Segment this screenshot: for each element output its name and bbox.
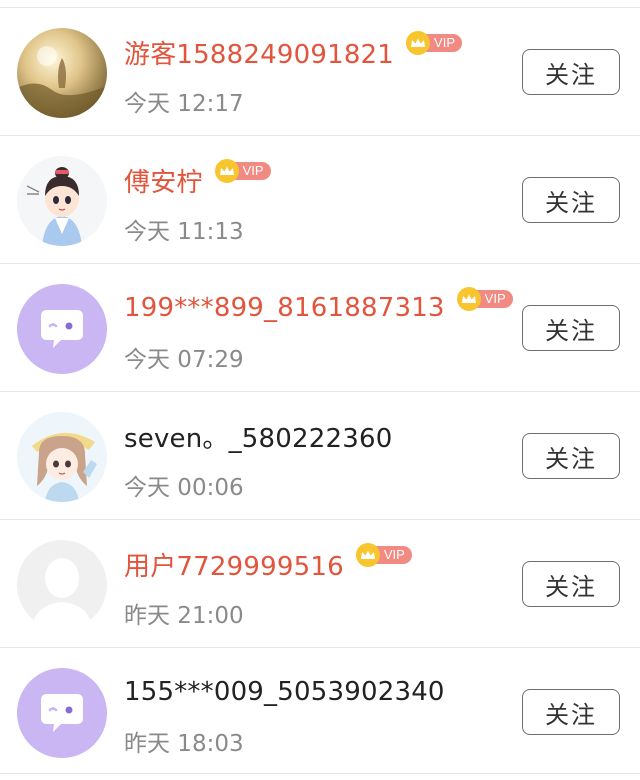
follow-button[interactable]: 关注 (522, 689, 620, 735)
follow-button[interactable]: 关注 (522, 561, 620, 607)
cartoon-boy-avatar-icon (17, 156, 107, 246)
timestamp: 昨天 21:00 (124, 603, 244, 629)
vip-badge: VIP (456, 287, 513, 311)
vip-badge: VIP (355, 543, 412, 567)
username[interactable]: 155***009_5053902340 (124, 677, 445, 707)
username[interactable]: 用户7729999516 (124, 546, 344, 583)
list-item[interactable]: 傅安柠 VIP 今天 11:13 关注 (0, 136, 640, 264)
follow-button[interactable]: 关注 (522, 177, 620, 223)
list-item[interactable]: 用户7729999516 VIP 昨天 21:00 关注 (0, 520, 640, 648)
timestamp: 今天 00:06 (124, 475, 244, 501)
list-item[interactable]: seven。_580222360 今天 00:06 关注 (0, 392, 640, 520)
crown-icon (355, 543, 380, 567)
list-item[interactable]: 155***009_5053902340 昨天 18:03 关注 (0, 648, 640, 774)
list-item[interactable]: 游客1588249091821 VIP 今天 12:17 关注 (0, 8, 640, 136)
timestamp: 今天 07:29 (124, 347, 244, 373)
chat-bubble-avatar-icon (17, 284, 107, 374)
avatar[interactable] (17, 412, 107, 502)
timestamp: 今天 12:17 (124, 91, 244, 117)
avatar[interactable] (17, 156, 107, 246)
follower-list: 游客1588249091821 VIP 今天 12:17 关注 傅安柠 VIP … (0, 7, 640, 780)
avatar[interactable] (17, 668, 107, 758)
crown-icon (214, 159, 239, 183)
follow-button[interactable]: 关注 (522, 49, 620, 95)
vip-badge: VIP (214, 159, 271, 183)
username[interactable]: seven。_580222360 (124, 418, 392, 455)
chat-bubble-avatar-icon (17, 668, 107, 758)
anime-girl-avatar-icon (17, 412, 107, 502)
vip-badge: VIP (406, 31, 463, 55)
avatar[interactable] (17, 540, 107, 630)
name-line: 155***009_5053902340 (124, 672, 445, 712)
crown-icon (406, 31, 431, 55)
name-line: 游客1588249091821 VIP (124, 31, 463, 72)
username[interactable]: 199***899_8161887313 (124, 293, 445, 323)
follow-button[interactable]: 关注 (522, 305, 620, 351)
name-line: 用户7729999516 VIP (124, 543, 412, 584)
timestamp: 昨天 18:03 (124, 731, 244, 757)
name-line: 199***899_8161887313 VIP (124, 287, 513, 328)
avatar[interactable] (17, 28, 107, 118)
avatar[interactable] (17, 284, 107, 374)
timestamp: 今天 11:13 (124, 219, 244, 245)
photo-avatar-icon (17, 28, 107, 118)
silhouette-avatar-icon (17, 540, 107, 630)
list-item[interactable]: 199***899_8161887313 VIP 今天 07:29 关注 (0, 264, 640, 392)
crown-icon (456, 287, 481, 311)
name-line: seven。_580222360 (124, 416, 392, 456)
username[interactable]: 傅安柠 (124, 162, 203, 199)
username[interactable]: 游客1588249091821 (124, 34, 394, 71)
follow-button[interactable]: 关注 (522, 433, 620, 479)
name-line: 傅安柠 VIP (124, 159, 271, 200)
